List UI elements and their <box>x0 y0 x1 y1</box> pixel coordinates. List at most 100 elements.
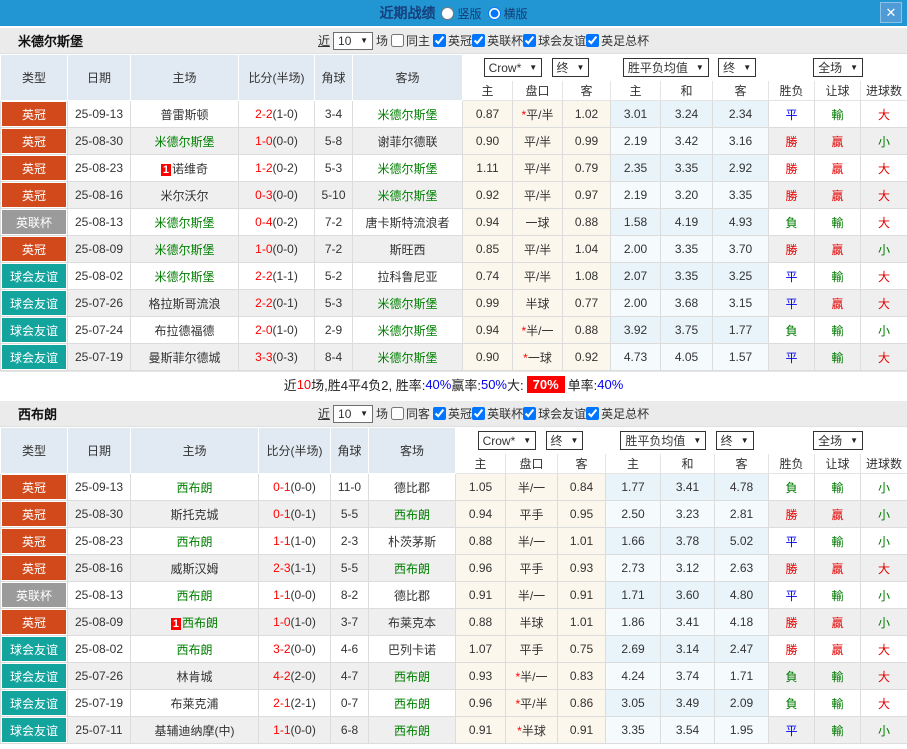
result-handicap: 輸 <box>814 689 862 717</box>
handicap-home-odds: 0.93 <box>455 662 506 690</box>
horizontal-radio-label: 横版 <box>503 6 528 21</box>
result-overunder: 小 <box>860 316 907 344</box>
col-header-home: 主场 <box>130 427 259 474</box>
fulltime-select[interactable]: 全场 ▼ <box>813 58 863 77</box>
euro-draw-odds: 3.35 <box>660 262 713 290</box>
layout-option-horizontal[interactable]: 横版 <box>487 5 528 22</box>
league-checkbox[interactable] <box>433 406 447 420</box>
final-odds-select[interactable]: 终 ▼ <box>551 57 590 77</box>
table-row: 英冠 25-08-09 米德尔斯堡 1-0(0-0) 7-2 斯旺西 0.85 平/半 1.04… <box>0 235 907 263</box>
result-overunder: 大 <box>860 154 907 182</box>
league-checkbox[interactable] <box>586 406 600 420</box>
away-team-name: 米德尔斯堡 <box>377 350 438 365</box>
euro-draw-odds: 3.41 <box>660 608 715 636</box>
league-cell: 球会友谊 <box>0 689 68 717</box>
match-count-select[interactable]: 10 ▼ <box>333 404 374 423</box>
same-venue-checkbox[interactable] <box>391 34 405 47</box>
result-wdl-text: 勝 <box>785 507 798 522</box>
final-odds-select[interactable]: 终 ▼ <box>718 58 757 77</box>
score: 1-0(1-0) <box>258 608 331 636</box>
table-row: 球会友谊 25-07-19 布莱克浦 2-1(2-1) 0-7 西布朗 0.96 *平/半 0.… <box>0 689 907 717</box>
layout-option-vertical[interactable]: 竖版 <box>441 5 482 22</box>
fulltime-score: 2-1 <box>273 696 291 710</box>
handicap-away-odds: 0.86 <box>557 689 606 717</box>
result-wdl-text: 勝 <box>785 134 798 149</box>
away-team: 西布朗 <box>368 500 456 528</box>
league-checkbox[interactable] <box>433 33 447 47</box>
same-venue-filter[interactable]: 同客 <box>391 405 430 422</box>
league-checkbox[interactable] <box>586 33 600 47</box>
fulltime-score: 1-0 <box>255 242 273 256</box>
summary-segment: 大: <box>507 378 524 393</box>
league-cell: 球会友谊 <box>0 343 68 371</box>
result-overunder: 小 <box>860 473 907 501</box>
handicap-line-text: 半/一 <box>517 480 546 495</box>
away-team-name: 西布朗 <box>393 696 430 711</box>
fulltime-select[interactable]: 全场 ▼ <box>813 431 863 450</box>
fulltime-score: 2-2 <box>255 107 273 121</box>
halftime-score: (0-0) <box>290 588 316 602</box>
same-venue-checkbox[interactable] <box>391 407 405 420</box>
away-team-name: 米德尔斯堡 <box>377 161 438 176</box>
league-filter[interactable]: 球会友谊 <box>523 32 586 49</box>
match-count-unit: 场 <box>376 407 389 421</box>
league-filter[interactable]: 英联杯 <box>472 405 523 422</box>
league-checkbox[interactable] <box>472 33 486 47</box>
fulltime-select-value: 全场 <box>818 61 843 75</box>
league-filter[interactable]: 英联杯 <box>472 32 523 49</box>
recent-link[interactable]: 近 <box>318 32 330 49</box>
table-row: 英冠 25-09-13 普雷斯顿 2-2(1-0) 3-4 米德尔斯堡 0.87 *平/半 1.… <box>0 100 907 128</box>
close-button[interactable]: ✕ <box>880 2 902 23</box>
final-odds-select[interactable]: 终 ▼ <box>545 430 584 450</box>
euro-away-odds: 3.15 <box>711 289 770 317</box>
league-filter-label: 英足总杯 <box>601 406 650 421</box>
league-filter[interactable]: 英足总杯 <box>586 32 649 49</box>
league-filter-label: 球会友谊 <box>538 406 587 421</box>
same-venue-filter[interactable]: 同主 <box>391 32 430 49</box>
bookmaker-select[interactable]: Crow* ▼ <box>477 431 537 451</box>
euro-avg-select[interactable]: 胜平负均值 ▼ <box>620 431 707 450</box>
league-filter[interactable]: 球会友谊 <box>523 405 586 422</box>
match-count-select[interactable]: 10 ▼ <box>333 31 374 50</box>
league-badge: 球会友谊 <box>2 691 66 715</box>
league-filter[interactable]: 英冠 <box>433 32 472 49</box>
recent-link[interactable]: 近 <box>318 405 330 422</box>
away-team: 唐卡斯特流浪者 <box>352 208 463 236</box>
result-handicap: 輸 <box>814 527 862 555</box>
subcol-ah-line: 盘口 <box>505 453 558 474</box>
handicap-home-odds: 1.07 <box>455 635 506 663</box>
league-badge: 英联杯 <box>2 583 66 607</box>
table-row: 球会友谊 25-07-11 基辅迪纳摩(中) 1-1(0-0) 6-8 西布朗 0.91 *半… <box>0 716 907 744</box>
result-wdl: 勝 <box>768 608 816 636</box>
away-team-name: 斯旺西 <box>389 242 426 257</box>
halftime-score: (1-1) <box>272 269 298 283</box>
horizontal-radio[interactable] <box>487 6 501 20</box>
final-odds-select[interactable]: 终 ▼ <box>715 431 754 450</box>
euro-avg-select[interactable]: 胜平负均值 ▼ <box>622 58 709 77</box>
bookmaker-select[interactable]: Crow* ▼ <box>483 58 543 78</box>
result-overunder-text: 小 <box>878 723 891 738</box>
handicap-line: *半球 <box>505 716 558 744</box>
result-overunder: 大 <box>860 100 907 128</box>
home-team-name: 米德尔斯堡 <box>154 269 215 284</box>
home-team-name: 西布朗 <box>182 615 219 630</box>
league-filter[interactable]: 英足总杯 <box>586 405 649 422</box>
vertical-radio[interactable] <box>441 6 455 20</box>
handicap-line: 半球 <box>505 608 558 636</box>
league-checkbox[interactable] <box>523 406 537 420</box>
euro-draw-odds: 4.05 <box>660 343 713 371</box>
result-group-header: 全场 ▼ <box>768 54 907 81</box>
league-checkbox[interactable] <box>523 33 537 47</box>
filter-controls: 近 10 ▼ 场 同主 英冠 英联杯 球会友谊 英足总杯 <box>318 31 649 50</box>
result-overunder-text: 大 <box>878 188 891 203</box>
league-badge: 英冠 <box>2 556 66 580</box>
table-row: 球会友谊 25-07-24 布拉德福德 2-0(1-0) 2-9 米德尔斯堡 0.94 *半/… <box>0 316 907 344</box>
league-filter[interactable]: 英冠 <box>433 405 472 422</box>
league-checkbox[interactable] <box>472 406 486 420</box>
bookmaker-select-value: Crow* <box>488 60 522 75</box>
corner-score: 3-4 <box>314 100 353 128</box>
handicap-home-odds: 0.85 <box>462 235 513 263</box>
result-overunder-text: 大 <box>878 107 891 122</box>
home-team: 米尔沃尔 <box>130 181 239 209</box>
summary-segment: 场,胜4平4负2, 胜率: <box>311 378 426 393</box>
